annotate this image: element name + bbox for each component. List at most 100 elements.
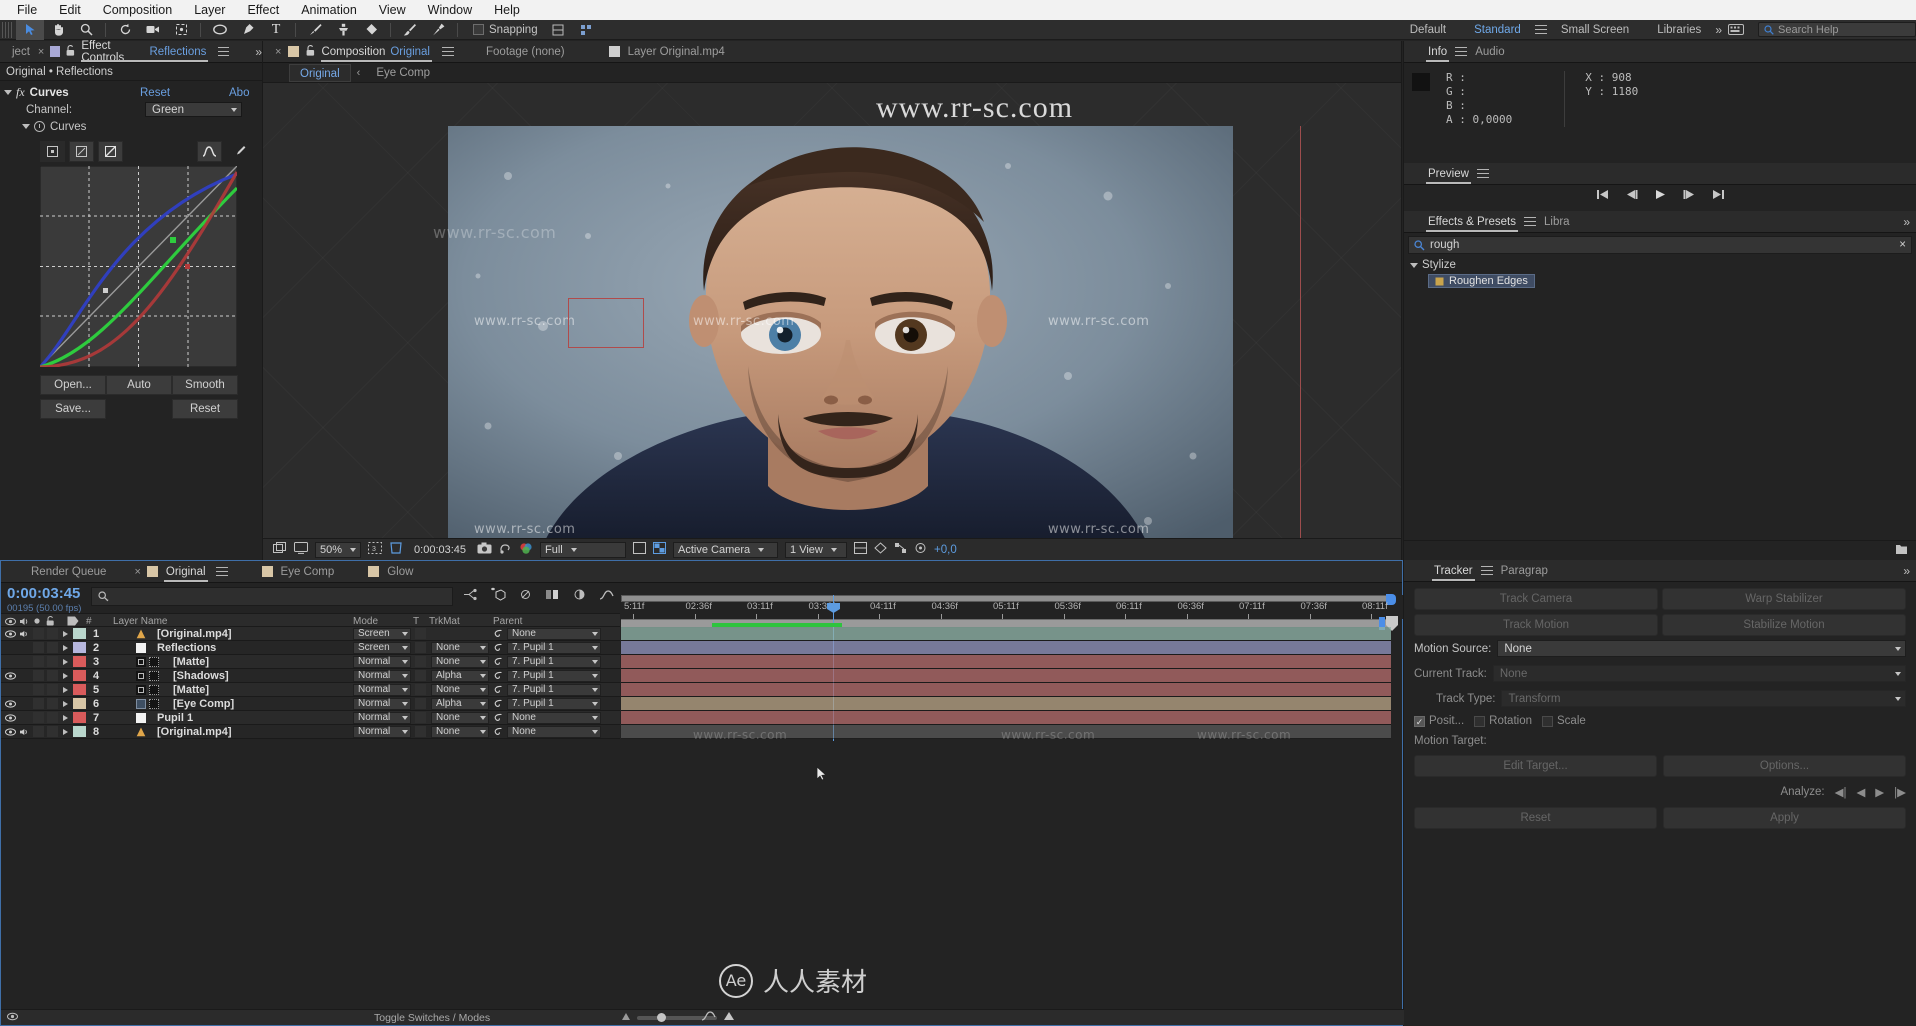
layer-mode-select[interactable]: Normal xyxy=(353,725,411,738)
show-snapshot-icon[interactable] xyxy=(499,542,512,557)
preview-menu-icon[interactable] xyxy=(1476,169,1489,178)
parent-pickwhip-icon[interactable] xyxy=(493,655,503,669)
keyboard-shortcuts-icon[interactable] xyxy=(1722,20,1750,40)
bottom-eye-icon[interactable] xyxy=(7,1012,18,1024)
layer-visibility-toggle[interactable] xyxy=(5,627,16,641)
tab-footage[interactable]: Footage (none) xyxy=(478,41,573,63)
curves-save-button[interactable]: Save... xyxy=(40,399,106,419)
curves-disclosure-icon[interactable] xyxy=(22,124,30,129)
grid-guides-icon[interactable]: 3 xyxy=(368,542,383,557)
layer-track-bar[interactable] xyxy=(621,669,1391,683)
motion-blur-icon[interactable] xyxy=(572,588,587,604)
view-tab-eye-comp[interactable]: Eye Comp xyxy=(366,64,440,82)
frame-blending-icon[interactable] xyxy=(545,588,560,604)
shape-tool-icon[interactable] xyxy=(206,20,234,40)
analyze-prev-icon[interactable]: ◀ xyxy=(1856,785,1865,799)
renderer-icon[interactable] xyxy=(914,542,927,557)
curves-smooth-button[interactable]: Smooth xyxy=(172,375,238,395)
edit-target-button[interactable]: Edit Target... xyxy=(1414,755,1657,777)
clear-search-icon[interactable]: × xyxy=(1899,239,1906,251)
layer-t-cell[interactable] xyxy=(415,698,426,709)
analyze-back-icon[interactable]: ◀| xyxy=(1835,785,1847,799)
layer-name[interactable]: [Matte] xyxy=(173,683,209,697)
last-frame-icon[interactable] xyxy=(1712,189,1725,203)
rotation-checkbox[interactable] xyxy=(1474,715,1486,727)
tab-effect-controls[interactable]: Effect Controls Reflections xyxy=(75,40,214,64)
layer-name[interactable]: Pupil 1 xyxy=(157,711,193,725)
layer-audio-toggle[interactable] xyxy=(19,725,30,739)
tab-layer[interactable]: Layer Original.mp4 xyxy=(620,41,733,63)
tab-preview[interactable]: Preview xyxy=(1420,163,1477,185)
lock-icon[interactable] xyxy=(66,44,75,59)
eraser-tool-icon[interactable] xyxy=(357,20,385,40)
zoom-tool-icon[interactable] xyxy=(72,20,100,40)
layer-expand-triangle-icon[interactable] xyxy=(63,641,72,655)
workspace-default[interactable]: Default xyxy=(1396,20,1460,40)
layer-solo-toggle[interactable] xyxy=(33,684,44,695)
layer-audio-toggle[interactable] xyxy=(19,627,30,641)
layer-track-bar[interactable] xyxy=(621,641,1391,655)
grid-icon[interactable] xyxy=(572,20,600,40)
layer-lock-toggle[interactable] xyxy=(47,712,58,723)
tracker-apply-button[interactable]: Apply xyxy=(1663,807,1906,829)
category-disclosure-icon[interactable] xyxy=(1410,262,1418,268)
tab-paragraph[interactable]: Paragrap xyxy=(1493,560,1556,582)
curves-reset-button[interactable]: Reset xyxy=(172,399,238,419)
layer-parent-select[interactable]: 7. Pupil 1 xyxy=(507,655,601,668)
curve-pencil-edit-icon[interactable] xyxy=(226,141,251,162)
draft-3d-icon[interactable] xyxy=(490,587,506,604)
layer-track-bar[interactable] xyxy=(621,627,1391,641)
layer-parent-select[interactable]: None xyxy=(507,725,601,738)
layer-solo-toggle[interactable] xyxy=(33,656,44,667)
layer-name[interactable]: [Matte] xyxy=(173,655,209,669)
curve-point-tool-icon[interactable] xyxy=(40,141,65,162)
tab-tracker[interactable]: Tracker xyxy=(1426,560,1481,582)
parent-pickwhip-icon[interactable] xyxy=(493,683,503,697)
menu-item-file[interactable]: File xyxy=(6,0,48,20)
layer-parent-select[interactable]: 7. Pupil 1 xyxy=(507,697,601,710)
layer-mode-select[interactable]: Screen xyxy=(353,627,411,640)
layer-lock-toggle[interactable] xyxy=(47,726,58,737)
options-button[interactable]: Options... xyxy=(1663,755,1906,777)
effects-presets-menu-icon[interactable] xyxy=(1524,217,1536,226)
layer-label-color[interactable] xyxy=(73,726,86,737)
layer-lock-toggle[interactable] xyxy=(47,684,58,695)
menu-item-view[interactable]: View xyxy=(368,0,417,20)
tab-project[interactable]: ject xyxy=(4,41,38,63)
effects-search-field[interactable]: rough × xyxy=(1408,236,1912,254)
rotation-checkbox-group[interactable]: Rotation xyxy=(1474,715,1532,727)
first-frame-icon[interactable] xyxy=(1596,189,1609,203)
channel-select[interactable]: Green xyxy=(145,102,242,117)
parent-pickwhip-icon[interactable] xyxy=(493,641,503,655)
layer-t-cell[interactable] xyxy=(415,628,426,639)
snapping-checkbox[interactable] xyxy=(473,24,484,35)
layer-trkmat-select[interactable]: None xyxy=(431,641,489,654)
target-region-icon[interactable] xyxy=(633,542,647,557)
layer-expand-triangle-icon[interactable] xyxy=(63,669,72,683)
pixel-aspect-icon[interactable] xyxy=(854,542,868,557)
composition-mini-flowchart-icon[interactable] xyxy=(463,588,478,604)
layer-solo-toggle[interactable] xyxy=(33,726,44,737)
comp-lock-icon[interactable] xyxy=(306,44,315,59)
effects-category-row[interactable]: Stylize xyxy=(1404,257,1916,273)
current-track-select[interactable]: None xyxy=(1492,665,1906,682)
hand-tool-icon[interactable] xyxy=(44,20,72,40)
curves-group-header[interactable]: Curves xyxy=(0,118,262,135)
curves-open-button[interactable]: Open... xyxy=(40,375,106,395)
tracker-menu-icon[interactable] xyxy=(1480,566,1493,575)
layer-expand-triangle-icon[interactable] xyxy=(63,711,72,725)
table-row[interactable]: 4 [Shadows] Normal Alpha 7. Pupil 1 xyxy=(1,669,620,683)
table-row[interactable]: 2 Reflections Screen None 7. Pupil 1 xyxy=(1,641,620,655)
position-checkbox[interactable]: ✓ xyxy=(1414,715,1425,727)
effect-item-roughen-edges[interactable]: Roughen Edges xyxy=(1428,274,1535,288)
timeline-search-field[interactable] xyxy=(91,587,453,606)
pen-tool-icon[interactable] xyxy=(234,20,262,40)
layer-expand-triangle-icon[interactable] xyxy=(63,697,72,711)
viewer-timecode[interactable]: 0:00:03:45 xyxy=(410,542,470,558)
table-row[interactable]: 1 [Original.mp4] Screen None xyxy=(1,627,620,641)
snapping-toggle[interactable]: Snapping xyxy=(473,24,538,36)
layer-trkmat-select[interactable]: Alpha xyxy=(431,669,489,682)
layer-trkmat-select[interactable]: None xyxy=(431,711,489,724)
layer-label-color[interactable] xyxy=(73,712,86,723)
tab-composition[interactable]: Composition Original xyxy=(315,41,438,63)
